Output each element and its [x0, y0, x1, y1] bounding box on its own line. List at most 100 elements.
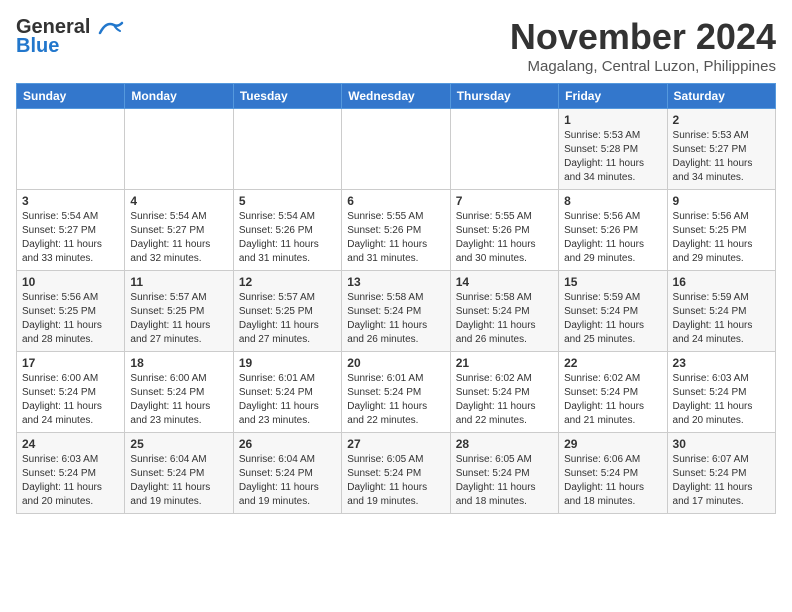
calendar-cell: 30Sunrise: 6:07 AM Sunset: 5:24 PM Dayli… [667, 433, 775, 514]
day-info: Sunrise: 6:00 AM Sunset: 5:24 PM Dayligh… [130, 372, 227, 428]
calendar-cell: 15 Sunrise: 5:59 AM Sunset: 5:24 PM Dayli… [559, 271, 667, 352]
calendar-cell: 2 Sunrise: 5:53 AM Sunset: 5:27 PM Daylig… [667, 109, 775, 190]
day-number: 17 [22, 356, 119, 370]
weekday-header-saturday: Saturday [667, 84, 775, 109]
calendar-cell: 20 Sunrise: 6:01 AM Sunset: 5:24 PM Dayli… [342, 352, 450, 433]
day-info: Sunrise: 5:58 AM Sunset: 5:24 PM Dayligh… [347, 291, 444, 347]
calendar-cell: 21Sunrise: 6:02 AM Sunset: 5:24 PM Dayli… [450, 352, 558, 433]
day-info: Sunrise: 6:01 AM Sunset: 5:24 PM Dayligh… [239, 372, 336, 428]
calendar-body: 1 Sunrise: 5:53 AM Sunset: 5:28 PM Daylig… [17, 109, 776, 514]
day-number: 25 [130, 437, 227, 451]
day-info: Sunrise: 5:54 AM Sunset: 5:27 PM Dayligh… [22, 210, 119, 266]
calendar-cell: 13 Sunrise: 5:58 AM Sunset: 5:24 PM Dayli… [342, 271, 450, 352]
day-number: 24 [22, 437, 119, 451]
weekday-header-thursday: Thursday [450, 84, 558, 109]
weekday-header-wednesday: Wednesday [342, 84, 450, 109]
calendar-cell [450, 109, 558, 190]
calendar-week-row: 3 Sunrise: 5:54 AM Sunset: 5:27 PM Daylig… [17, 190, 776, 271]
day-info: Sunrise: 6:01 AM Sunset: 5:24 PM Dayligh… [347, 372, 444, 428]
day-info: Sunrise: 5:56 AM Sunset: 5:26 PM Dayligh… [564, 210, 661, 266]
calendar-cell: 22 Sunrise: 6:02 AM Sunset: 5:24 PM Dayli… [559, 352, 667, 433]
calendar-cell: 12 Sunrise: 5:57 AM Sunset: 5:25 PM Dayli… [233, 271, 341, 352]
day-number: 19 [239, 356, 336, 370]
calendar-cell: 14 Sunrise: 5:58 AM Sunset: 5:24 PM Dayli… [450, 271, 558, 352]
logo-blue: Blue [16, 35, 59, 58]
day-info: Sunrise: 6:02 AM Sunset: 5:24 PM Dayligh… [564, 372, 661, 428]
calendar-cell: 10Sunrise: 5:56 AM Sunset: 5:25 PM Dayli… [17, 271, 125, 352]
day-number: 23 [673, 356, 770, 370]
day-number: 27 [347, 437, 444, 451]
calendar-cell: 26Sunrise: 6:04 AM Sunset: 5:24 PM Dayli… [233, 433, 341, 514]
calendar-cell [125, 109, 233, 190]
calendar-cell: 4 Sunrise: 5:54 AM Sunset: 5:27 PM Daylig… [125, 190, 233, 271]
day-number: 12 [239, 275, 336, 289]
calendar-cell: 29 Sunrise: 6:06 AM Sunset: 5:24 PM Dayli… [559, 433, 667, 514]
calendar-cell: 17 Sunrise: 6:00 AM Sunset: 5:24 PM Dayli… [17, 352, 125, 433]
calendar-cell: 19 Sunrise: 6:01 AM Sunset: 5:24 PM Dayli… [233, 352, 341, 433]
calendar-cell: 5 Sunrise: 5:54 AM Sunset: 5:26 PM Daylig… [233, 190, 341, 271]
calendar-cell: 1 Sunrise: 5:53 AM Sunset: 5:28 PM Daylig… [559, 109, 667, 190]
logo: General Blue [16, 16, 124, 58]
day-number: 22 [564, 356, 661, 370]
day-number: 28 [456, 437, 553, 451]
logo-bird-icon [96, 19, 124, 37]
day-info: Sunrise: 5:57 AM Sunset: 5:25 PM Dayligh… [239, 291, 336, 347]
day-info: Sunrise: 6:06 AM Sunset: 5:24 PM Dayligh… [564, 453, 661, 509]
day-number: 13 [347, 275, 444, 289]
day-number: 10 [22, 275, 119, 289]
calendar-cell: 23 Sunrise: 6:03 AM Sunset: 5:24 PM Dayli… [667, 352, 775, 433]
day-number: 29 [564, 437, 661, 451]
calendar-cell: 6 Sunrise: 5:55 AM Sunset: 5:26 PM Daylig… [342, 190, 450, 271]
day-info: Sunrise: 5:54 AM Sunset: 5:27 PM Dayligh… [130, 210, 227, 266]
day-number: 14 [456, 275, 553, 289]
day-number: 30 [673, 437, 770, 451]
day-info: Sunrise: 5:53 AM Sunset: 5:27 PM Dayligh… [673, 129, 770, 185]
calendar-cell: 11Sunrise: 5:57 AM Sunset: 5:25 PM Dayli… [125, 271, 233, 352]
weekday-header-sunday: Sunday [17, 84, 125, 109]
day-number: 18 [130, 356, 227, 370]
weekday-header-friday: Friday [559, 84, 667, 109]
page-header: General Blue November 2024 Magalang, Cen… [16, 16, 776, 75]
day-number: 15 [564, 275, 661, 289]
calendar-cell: 3 Sunrise: 5:54 AM Sunset: 5:27 PM Daylig… [17, 190, 125, 271]
title-block: November 2024 Magalang, Central Luzon, P… [510, 16, 776, 75]
weekday-header-monday: Monday [125, 84, 233, 109]
month-title: November 2024 [510, 16, 776, 58]
calendar-cell: 25Sunrise: 6:04 AM Sunset: 5:24 PM Dayli… [125, 433, 233, 514]
calendar-header-row: SundayMondayTuesdayWednesdayThursdayFrid… [17, 84, 776, 109]
calendar-cell [17, 109, 125, 190]
day-info: Sunrise: 6:00 AM Sunset: 5:24 PM Dayligh… [22, 372, 119, 428]
calendar-cell: 24 Sunrise: 6:03 AM Sunset: 5:24 PM Dayli… [17, 433, 125, 514]
day-number: 6 [347, 194, 444, 208]
day-number: 21 [456, 356, 553, 370]
day-number: 1 [564, 113, 661, 127]
day-info: Sunrise: 5:55 AM Sunset: 5:26 PM Dayligh… [347, 210, 444, 266]
day-info: Sunrise: 6:05 AM Sunset: 5:24 PM Dayligh… [347, 453, 444, 509]
day-number: 5 [239, 194, 336, 208]
weekday-header-tuesday: Tuesday [233, 84, 341, 109]
calendar-week-row: 10Sunrise: 5:56 AM Sunset: 5:25 PM Dayli… [17, 271, 776, 352]
day-info: Sunrise: 5:53 AM Sunset: 5:28 PM Dayligh… [564, 129, 661, 185]
day-info: Sunrise: 5:54 AM Sunset: 5:26 PM Dayligh… [239, 210, 336, 266]
calendar-week-row: 17 Sunrise: 6:00 AM Sunset: 5:24 PM Dayli… [17, 352, 776, 433]
calendar-week-row: 1 Sunrise: 5:53 AM Sunset: 5:28 PM Daylig… [17, 109, 776, 190]
location-subtitle: Magalang, Central Luzon, Philippines [510, 58, 776, 75]
day-info: Sunrise: 6:03 AM Sunset: 5:24 PM Dayligh… [22, 453, 119, 509]
calendar-week-row: 24 Sunrise: 6:03 AM Sunset: 5:24 PM Dayli… [17, 433, 776, 514]
day-number: 7 [456, 194, 553, 208]
day-info: Sunrise: 5:59 AM Sunset: 5:24 PM Dayligh… [673, 291, 770, 347]
day-number: 4 [130, 194, 227, 208]
day-number: 20 [347, 356, 444, 370]
day-info: Sunrise: 5:59 AM Sunset: 5:24 PM Dayligh… [564, 291, 661, 347]
day-number: 8 [564, 194, 661, 208]
day-number: 26 [239, 437, 336, 451]
calendar-cell [342, 109, 450, 190]
day-number: 3 [22, 194, 119, 208]
day-info: Sunrise: 5:58 AM Sunset: 5:24 PM Dayligh… [456, 291, 553, 347]
day-number: 2 [673, 113, 770, 127]
day-info: Sunrise: 6:03 AM Sunset: 5:24 PM Dayligh… [673, 372, 770, 428]
calendar-cell [233, 109, 341, 190]
day-info: Sunrise: 5:55 AM Sunset: 5:26 PM Dayligh… [456, 210, 553, 266]
calendar-table: SundayMondayTuesdayWednesdayThursdayFrid… [16, 83, 776, 514]
day-number: 11 [130, 275, 227, 289]
